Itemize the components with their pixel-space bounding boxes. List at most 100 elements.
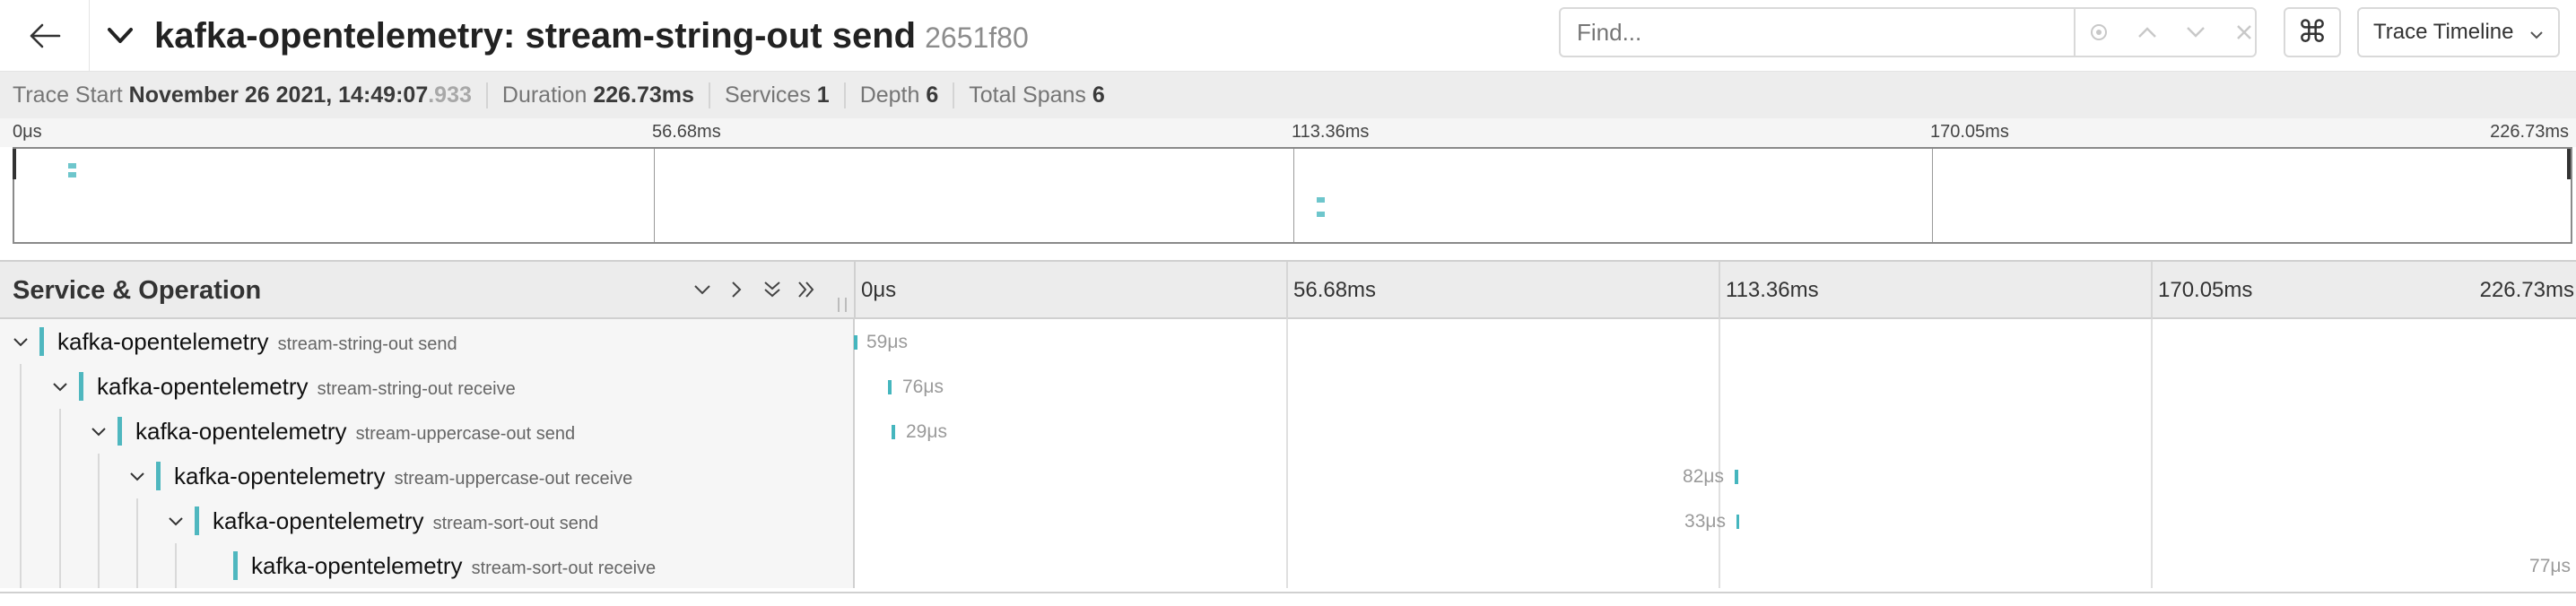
span-operation: stream-uppercase-out receive (394, 469, 633, 489)
timeline-gridline (2151, 543, 2153, 588)
collapse-all-button[interactable] (757, 274, 788, 305)
minimap-handle-left[interactable] (13, 149, 16, 179)
find-input[interactable] (1561, 9, 2072, 56)
span-duration: 77μs (2529, 556, 2571, 576)
view-selector[interactable]: Trace Timeline (2357, 7, 2560, 57)
expand-all-button[interactable] (791, 274, 822, 305)
span-bar[interactable] (892, 425, 895, 439)
span-row[interactable]: kafka-opentelemetry stream-uppercase-out … (0, 409, 2576, 454)
minimap-gridline (1293, 149, 1294, 242)
timeline-gridline (1286, 409, 1288, 454)
timeline-tick: 0μs (861, 278, 897, 302)
minimap-handle-right[interactable] (2567, 149, 2571, 179)
expand-one-button[interactable] (721, 274, 752, 305)
span-name[interactable]: kafka-opentelemetry stream-sort-out send (213, 507, 598, 535)
timeline-gridline (2151, 498, 2153, 543)
span-name-cell: kafka-opentelemetry stream-uppercase-out … (0, 409, 855, 454)
prev-match-button[interactable] (2124, 9, 2171, 56)
minimap-span (1317, 197, 1325, 203)
trace-root-service: kafka-opentelemetry (154, 16, 504, 56)
span-toggle[interactable] (5, 326, 36, 357)
chevron-up-icon (2138, 27, 2156, 38)
collapse-one-button[interactable] (687, 274, 718, 305)
chevron-down-icon (91, 427, 106, 436)
timeline-gridline (1286, 319, 1288, 364)
services-label: Services (724, 82, 811, 108)
indent-guide (98, 454, 100, 498)
view-matches-button[interactable] (2076, 9, 2122, 56)
service-color-marker (79, 372, 83, 401)
timeline-gridline (1286, 543, 1288, 588)
indent-guide (136, 498, 138, 543)
back-button[interactable] (0, 0, 90, 71)
services: Services 1 (725, 82, 846, 108)
minimap-gridline (654, 149, 655, 242)
indent-guide (59, 454, 61, 498)
keyboard-shortcuts-button[interactable]: ⌘ (2284, 7, 2341, 57)
span-name[interactable]: kafka-opentelemetry stream-sort-out recei… (251, 552, 656, 580)
minimap-tick: 56.68ms (652, 122, 721, 142)
timeline-gridline (2151, 364, 2153, 409)
timeline-tick: 56.68ms (1293, 278, 1377, 302)
span-service: kafka-opentelemetry (135, 418, 347, 445)
total-spans-label: Total Spans (969, 82, 1086, 108)
minimap-tick: 226.73ms (2490, 122, 2569, 142)
minimap-tick: 0μs (13, 122, 42, 142)
indent-guide (175, 543, 177, 588)
indent-guide (59, 409, 61, 454)
trace-title-separator: : (503, 16, 526, 56)
timeline-tick: 170.05ms (2158, 278, 2253, 302)
span-name[interactable]: kafka-opentelemetry stream-uppercase-out … (174, 463, 632, 490)
service-color-marker (195, 506, 199, 535)
total-spans: Total Spans 6 (969, 82, 1119, 108)
timeline-tick: 226.73ms (2479, 278, 2574, 302)
span-name-cell: kafka-opentelemetry stream-sort-out recei… (0, 543, 855, 588)
minimap-gridline (1932, 149, 1933, 242)
indent-guide (20, 498, 22, 543)
clear-search-button[interactable] (2221, 9, 2267, 56)
span-toggle[interactable] (83, 416, 114, 446)
span-toggle[interactable] (122, 461, 152, 491)
span-duration: 76μs (902, 377, 944, 397)
chevron-down-icon (130, 472, 144, 480)
span-row[interactable]: kafka-opentelemetry stream-uppercase-out … (0, 454, 2576, 498)
span-list: kafka-opentelemetry stream-string-out sen… (0, 319, 2576, 592)
span-name-cell: kafka-opentelemetry stream-string-out sen… (0, 319, 855, 364)
chevron-down-icon (108, 28, 133, 43)
span-service: kafka-opentelemetry (57, 328, 269, 355)
trace-minimap[interactable] (13, 147, 2572, 244)
span-name[interactable]: kafka-opentelemetry stream-uppercase-out … (135, 418, 575, 446)
timeline-gridline (2151, 319, 2153, 364)
span-name[interactable]: kafka-opentelemetry stream-string-out rec… (97, 373, 516, 401)
span-toggle[interactable] (45, 371, 75, 402)
span-row[interactable]: kafka-opentelemetry stream-sort-out recei… (0, 543, 2576, 588)
target-icon (2091, 24, 2107, 40)
column-resizer[interactable] (838, 298, 847, 312)
chevron-down-icon (13, 337, 28, 346)
span-duration: 29μs (906, 421, 947, 442)
span-bar[interactable] (888, 380, 892, 394)
trace-detail-toggle[interactable] (100, 16, 140, 56)
timeline-tick: 113.36ms (1726, 278, 1819, 302)
service-operation-heading: Service & Operation (13, 276, 262, 305)
span-toggle[interactable] (161, 506, 191, 536)
timeline-gridline (2151, 262, 2153, 319)
span-service: kafka-opentelemetry (97, 373, 309, 400)
span-name[interactable]: kafka-opentelemetry stream-string-out sen… (57, 328, 457, 356)
depth: Depth 6 (860, 82, 955, 108)
span-row[interactable]: kafka-opentelemetry stream-string-out sen… (0, 319, 2576, 364)
next-match-button[interactable] (2172, 9, 2219, 56)
chevron-down-icon (2187, 27, 2205, 38)
services-value: 1 (816, 82, 830, 108)
span-bar[interactable] (1735, 470, 1738, 484)
timeline-gridline (1286, 364, 1288, 409)
minimap-span (68, 163, 76, 169)
chevron-down-icon (2530, 31, 2543, 39)
span-operation: stream-sort-out send (432, 514, 599, 533)
span-bar[interactable] (1736, 515, 1739, 529)
span-row[interactable]: kafka-opentelemetry stream-string-out rec… (0, 364, 2576, 409)
depth-value: 6 (926, 82, 939, 108)
span-bar[interactable] (854, 335, 857, 350)
timeline-gridline (1719, 319, 1720, 364)
span-row[interactable]: kafka-opentelemetry stream-sort-out send … (0, 498, 2576, 543)
